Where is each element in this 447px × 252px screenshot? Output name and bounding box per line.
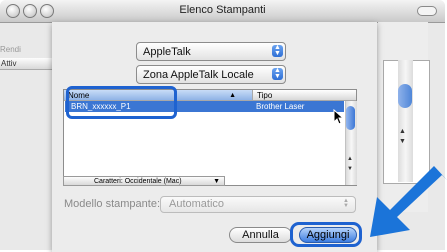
charset-popup[interactable]: Caratteri: Occidentale (Mac) ▼ bbox=[63, 176, 225, 186]
column-header-type[interactable]: Tipo bbox=[252, 90, 356, 101]
printer-highlight bbox=[66, 86, 177, 119]
background-scroll-thumb[interactable] bbox=[398, 84, 412, 108]
toolbar-label: Rendi bbox=[0, 45, 21, 54]
model-popup[interactable]: Automatico ▲ ▼ bbox=[160, 196, 356, 213]
zone-popup-value: Zona AppleTalk Locale bbox=[143, 69, 254, 81]
add-button-highlight bbox=[290, 222, 362, 247]
background-scrollbar[interactable] bbox=[398, 60, 413, 182]
scroll-down-icon[interactable]: ▼ bbox=[347, 166, 353, 172]
chevron-down-icon: ▼ bbox=[213, 178, 220, 185]
popup-stepper-icon: ▲ ▼ bbox=[343, 198, 349, 209]
scroll-down-icon[interactable]: ▼ bbox=[399, 138, 406, 145]
scroll-up-icon[interactable]: ▲ bbox=[399, 128, 406, 135]
sort-ascending-icon: ▲ bbox=[229, 92, 236, 99]
popup-stepper-icon: ▲ ▼ bbox=[272, 67, 283, 80]
model-popup-value: Automatico bbox=[169, 198, 225, 210]
pointer-arrow-icon bbox=[370, 166, 447, 237]
model-label: Modello stampante: bbox=[64, 198, 160, 210]
charset-popup-value: Caratteri: Occidentale (Mac) bbox=[94, 178, 182, 185]
cancel-button[interactable]: Annulla bbox=[229, 227, 292, 243]
column-type-label: Tipo bbox=[257, 91, 273, 100]
protocol-popup[interactable]: AppleTalk ▲ ▼ bbox=[136, 42, 286, 61]
toolbar-toggle-icon[interactable] bbox=[417, 6, 437, 16]
list-scroll-thumb[interactable] bbox=[346, 106, 355, 130]
scroll-up-icon[interactable]: ▲ bbox=[347, 156, 353, 162]
protocol-popup-value: AppleTalk bbox=[143, 46, 191, 58]
popup-stepper-icon: ▲ ▼ bbox=[272, 44, 283, 57]
column-header-activity: Attiv bbox=[0, 58, 52, 70]
window-title: Elenco Stampanti bbox=[179, 4, 266, 16]
mouse-cursor-icon bbox=[333, 109, 345, 125]
zone-popup[interactable]: Zona AppleTalk Locale ▲ ▼ bbox=[136, 65, 286, 84]
printer-type: Brother Laser bbox=[256, 102, 305, 111]
